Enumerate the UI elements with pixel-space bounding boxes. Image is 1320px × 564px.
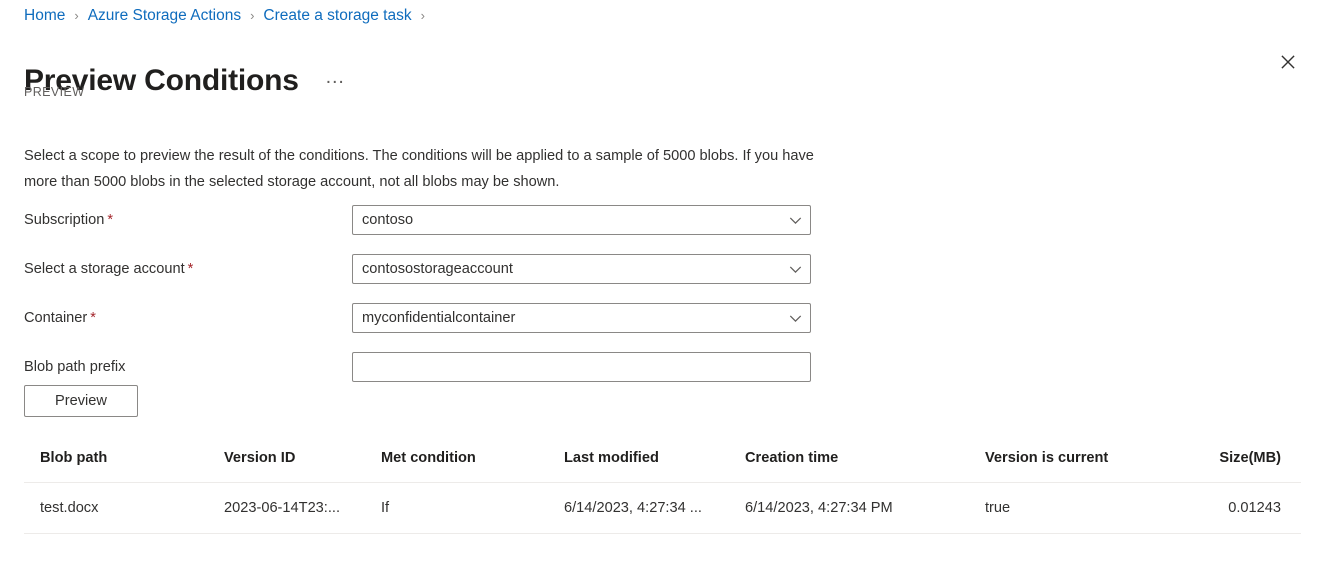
cell-version-is-current: true [969,482,1182,534]
container-label-text: Container [24,310,88,326]
storage-account-label: Select a storage account * [24,259,352,279]
required-asterisk: * [90,310,96,326]
chevron-down-icon[interactable] [780,263,810,276]
table-header-row: Blob path Version ID Met condition Last … [24,448,1301,483]
more-options-icon[interactable]: … [321,63,351,99]
form-row-container: Container * myconfidentialcontainer [24,303,814,333]
breadcrumb-item-create-a-storage-task[interactable]: Create a storage task [263,6,411,26]
chevron-down-icon[interactable] [780,312,810,325]
container-label: Container * [24,308,352,328]
form-row-blob-path-prefix: Blob path prefix [24,352,814,382]
close-button[interactable] [1270,44,1306,80]
blob-path-prefix-label: Blob path prefix [24,357,352,377]
breadcrumb: Home › Azure Storage Actions › Create a … [24,6,434,26]
blob-path-prefix-field[interactable] [352,352,811,382]
required-asterisk: * [187,261,194,277]
form-row-storage-account: Select a storage account * contosostorage… [24,254,814,284]
preview-results-table: Blob path Version ID Met condition Last … [24,448,1301,534]
page-header: Preview Conditions … [24,41,351,121]
cell-creation-time: 6/14/2023, 4:27:34 PM [729,482,969,534]
cell-size-mb: 0.01243 [1182,482,1301,534]
storage-account-dropdown[interactable]: contosostorageaccount [352,254,811,284]
subscription-value: contoso [362,212,414,228]
cell-blob-path: test.docx [24,482,208,534]
required-asterisk: * [107,212,113,228]
chevron-down-icon[interactable] [780,214,810,227]
container-dropdown[interactable]: myconfidentialcontainer [352,303,811,333]
table-row[interactable]: test.docx 2023-06-14T23:... If 6/14/2023… [24,482,1301,534]
description-text: Select a scope to preview the result of … [24,147,814,190]
cell-version-id: 2023-06-14T23:... [208,482,365,534]
column-header-last-modified[interactable]: Last modified [548,448,729,483]
column-header-blob-path[interactable]: Blob path [24,448,208,483]
column-header-size-mb[interactable]: Size(MB) [1182,448,1301,483]
storage-account-value: contosostorageaccount [362,261,513,277]
column-header-creation-time[interactable]: Creation time [729,448,969,483]
cell-last-modified: 6/14/2023, 4:27:34 ... [548,482,729,534]
preview-button[interactable]: Preview [24,385,138,417]
column-header-version-is-current[interactable]: Version is current [969,448,1182,483]
column-header-met-condition[interactable]: Met condition [365,448,548,483]
storage-account-label-text: Select a storage account [24,261,185,277]
cell-met-condition: If [365,482,548,534]
container-value: myconfidentialcontainer [362,310,516,326]
preview-badge: PREVIEW [24,85,85,99]
breadcrumb-item-azure-storage-actions[interactable]: Azure Storage Actions [88,6,241,26]
breadcrumb-separator-icon: › [250,8,255,23]
column-header-version-id[interactable]: Version ID [208,448,365,483]
subscription-label-text: Subscription [24,212,105,228]
blob-path-prefix-label-text: Blob path prefix [24,359,126,375]
breadcrumb-item-home[interactable]: Home [24,6,65,26]
breadcrumb-separator-icon: › [420,8,425,23]
breadcrumb-separator-icon: › [74,8,79,23]
subscription-label: Subscription * [24,210,352,230]
scope-form: Subscription * contoso Select a storage a… [24,205,814,401]
close-icon [1281,55,1295,69]
form-row-subscription: Subscription * contoso [24,205,814,235]
subscription-dropdown[interactable]: contoso [352,205,811,235]
